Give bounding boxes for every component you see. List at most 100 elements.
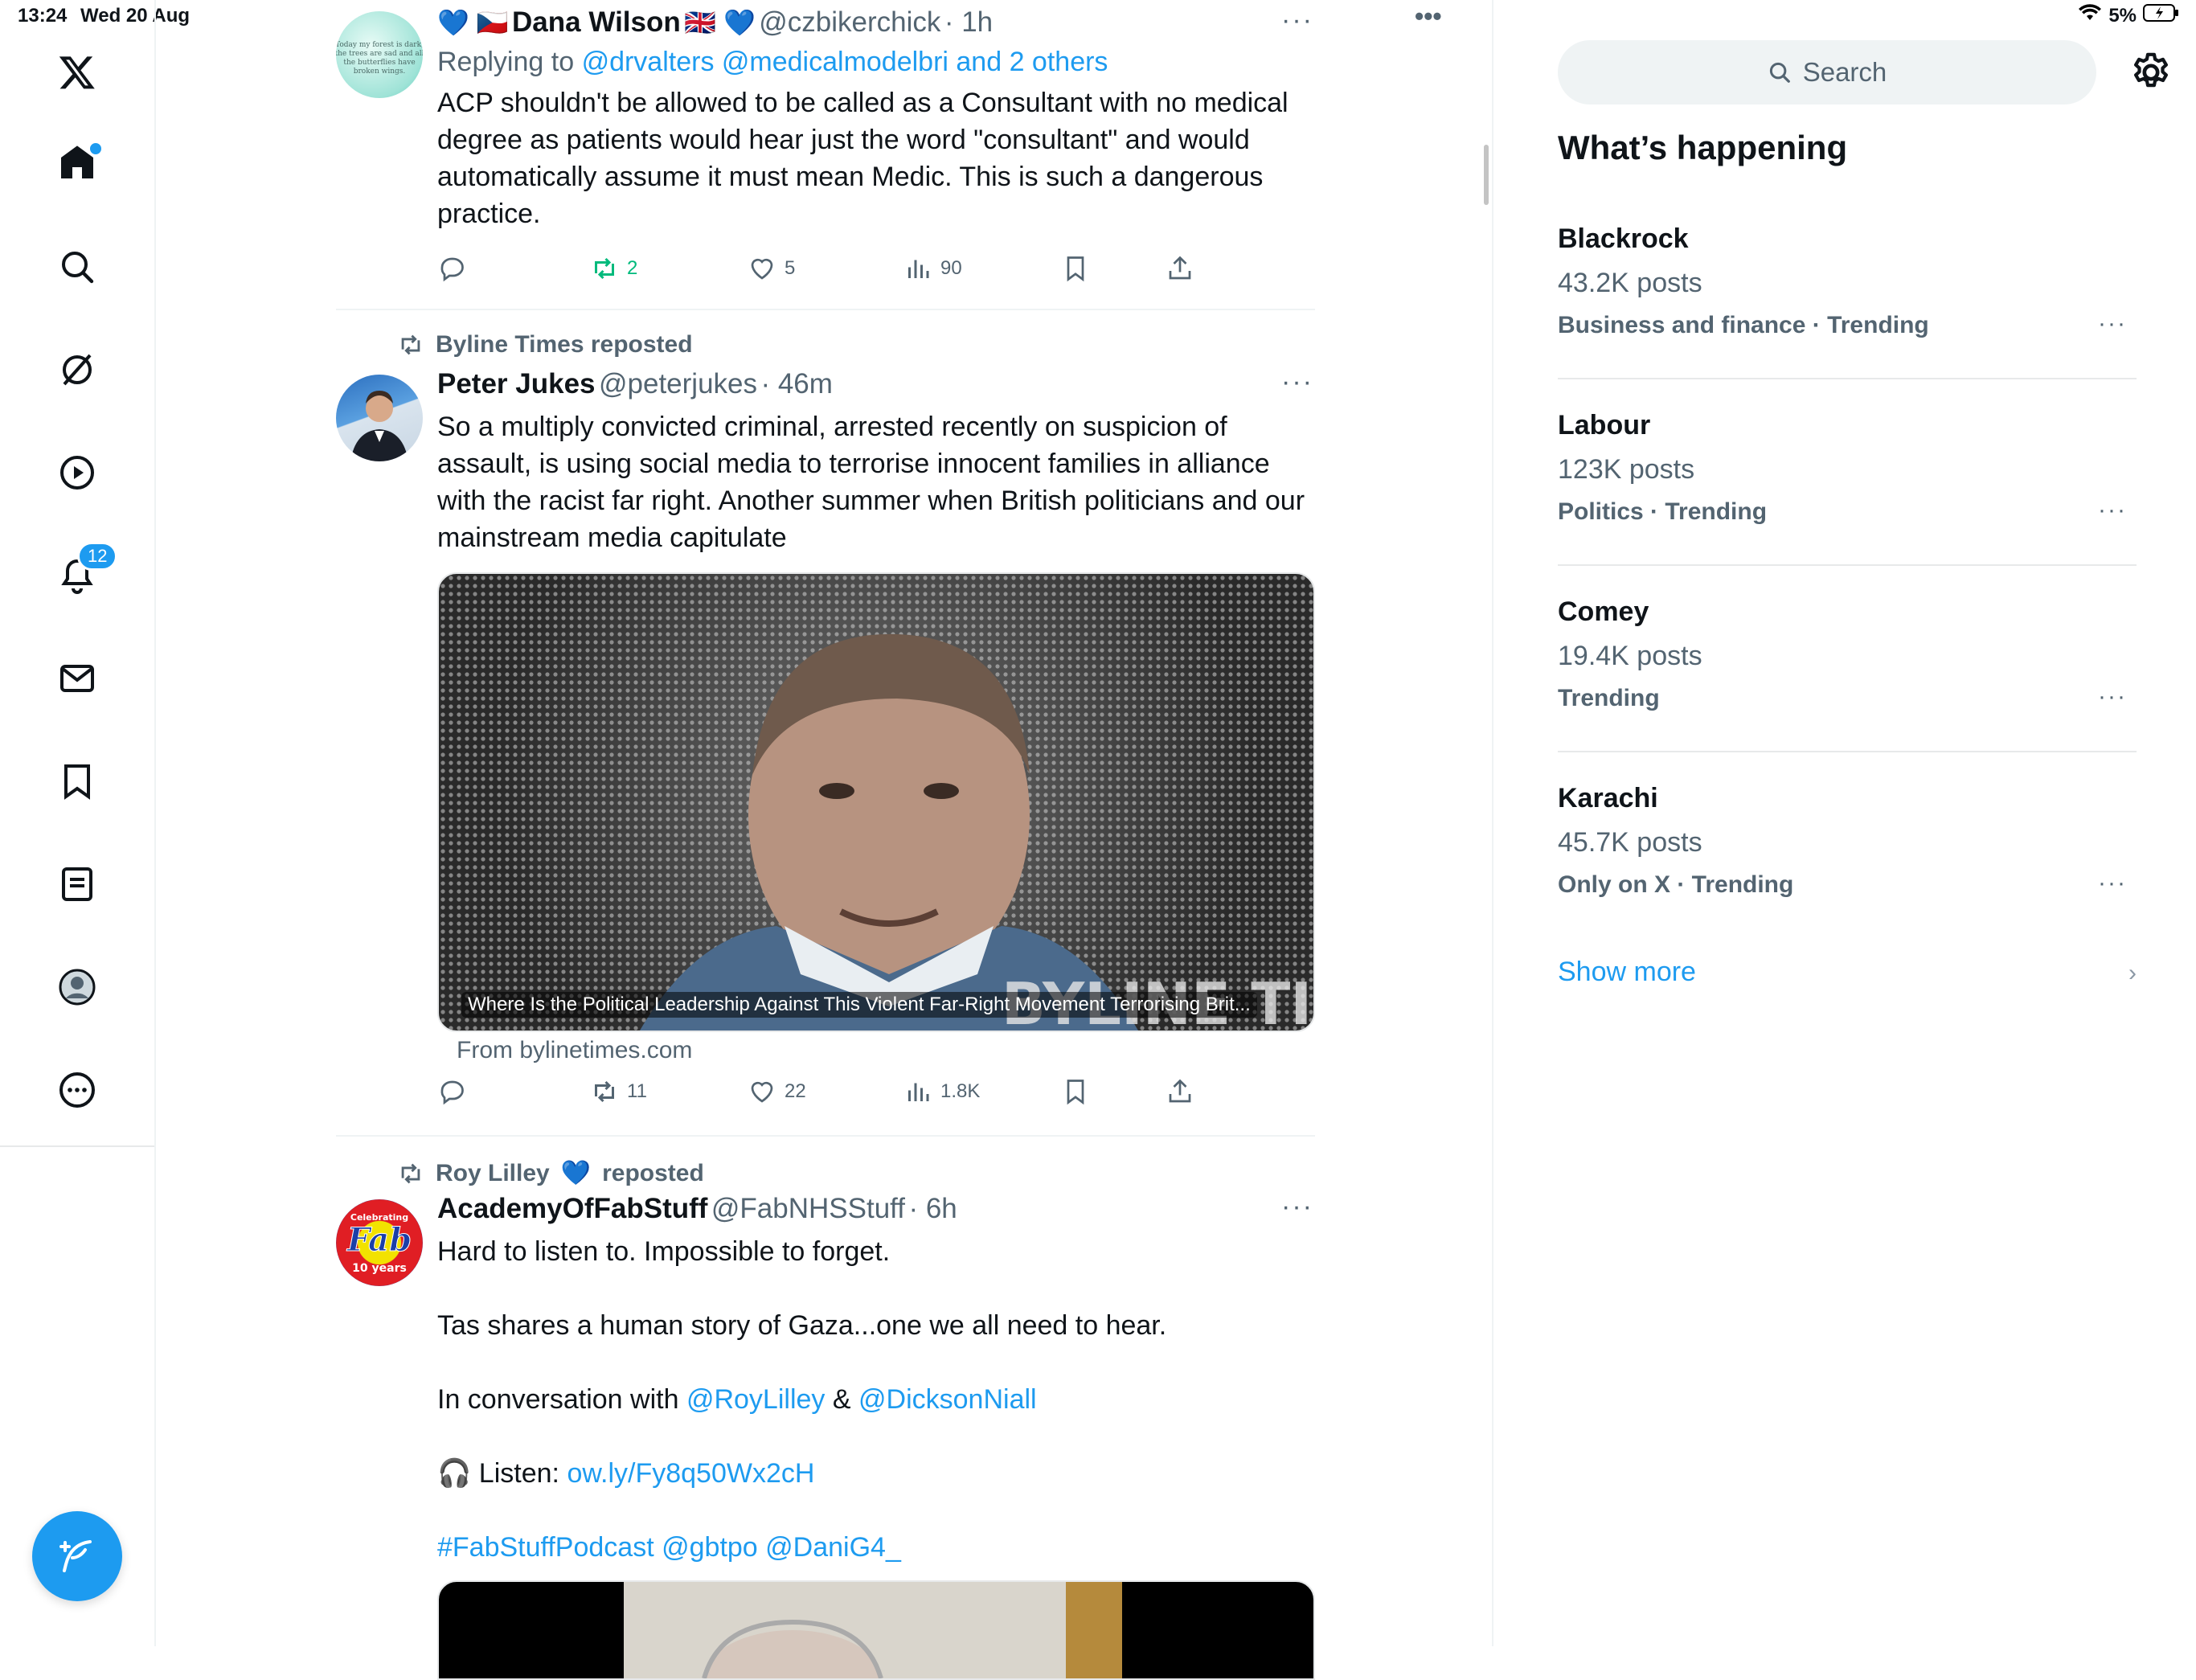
tweet-actions: 11 22 1.8K [437,1077,1241,1117]
show-more-link[interactable]: Show more [1558,957,1696,988]
author-handle[interactable]: @FabNHSStuff [711,1193,905,1224]
trend-item[interactable]: Labour 123K posts Politics · Trending ··… [1558,410,2137,526]
views-button[interactable]: 1.8K [903,1077,980,1106]
card-photo: BYLINE TIMES [439,574,1313,1031]
trend-separator [1558,751,2137,752]
author-handle[interactable]: @czbikerchick [759,6,940,38]
line3-amp: & [832,1384,851,1415]
tweet-time[interactable]: · 1h [944,6,993,38]
search-input[interactable]: Search [1558,40,2096,104]
tweet-more-button[interactable]: ··· [1281,5,1313,36]
trend-item[interactable]: Comey 19.4K posts Trending ··· [1558,596,2137,712]
svg-text:broken wings.: broken wings. [354,68,406,76]
tweet-more-button[interactable]: ··· [1281,367,1313,398]
avatar[interactable]: Today my forest is dark, the trees are sa… [336,11,423,98]
bookmark-icon [1067,256,1084,282]
views-button[interactable]: 90 [903,254,962,283]
tweet-line-1: Hard to listen to. Impossible to forget. [437,1236,891,1267]
trend-item[interactable]: Karachi 45.7K posts Only on X · Trending… [1558,783,2137,899]
share-icon [1169,256,1191,280]
replying-to-users[interactable]: @drvalters @medicalmodelbri and 2 others [582,47,1108,77]
author-name[interactable]: AcademyOfFabStuff [437,1193,707,1224]
author-name[interactable]: Peter Jukes [437,368,596,400]
messages-icon[interactable] [51,653,103,704]
video-thumbnail [624,1582,1122,1678]
repost-icon [595,257,614,280]
tweet-time[interactable]: · 46m [760,368,832,400]
more-options-icon[interactable] [51,1064,103,1116]
compose-feather-icon [59,1540,92,1572]
x-logo-icon[interactable] [51,47,103,98]
share-button[interactable] [1166,1077,1194,1106]
tweet-line-3: In conversation with @RoyLilley & @Dicks… [437,1381,1313,1418]
trend-category: Only on X · Trending [1558,871,1794,898]
search-icon[interactable] [51,241,103,293]
repost-button[interactable]: 11 [590,1077,647,1106]
grok-icon[interactable] [51,344,103,395]
reply-button[interactable] [437,1077,466,1106]
whats-happening-title: What’s happening [1558,129,1848,166]
trend-category: Trending [1558,685,1660,711]
repost-by-name[interactable]: Roy Lilley [436,1160,550,1187]
trend-more-button[interactable]: ··· [2098,870,2127,897]
bookmark-button[interactable] [1061,254,1090,283]
avatar[interactable] [336,375,423,461]
search-placeholder: Search [1802,57,1887,87]
avatar[interactable]: Fab 10 years Celebrating [336,1199,423,1286]
card-source[interactable]: From bylinetimes.com [457,1037,692,1064]
right-sidebar: Search What’s happening Blackrock 43.2K … [1492,0,2196,1646]
repost-count: 2 [627,257,638,279]
video-icon[interactable] [51,447,103,498]
replying-to: Replying to @drvalters @medicalmodelbri … [437,47,1313,78]
trend-more-button[interactable]: ··· [2098,310,2127,338]
author-name[interactable]: Dana Wilson [512,6,681,38]
repost-button[interactable]: 2 [590,254,637,283]
share-button[interactable] [1166,254,1194,283]
like-button[interactable]: 5 [748,254,795,283]
mention-roylilley[interactable]: @RoyLilley [686,1384,825,1415]
repost-by-suffix: reposted [602,1159,704,1186]
share-icon [1169,1079,1191,1103]
repost-icon [401,334,420,355]
views-count: 1.8K [940,1080,981,1102]
home-icon[interactable] [51,137,103,188]
like-count: 5 [785,257,796,279]
heart-icon [751,1081,773,1103]
repost-icon [595,1080,614,1103]
trend-posts: 123K posts [1558,454,1695,485]
bookmark-icon [1067,1080,1084,1105]
views-icon [908,260,929,278]
reply-button[interactable] [437,254,466,283]
trend-posts: 45.7K posts [1558,827,1702,858]
replying-to-label: Replying to [437,47,575,77]
mention-dicksonniall[interactable]: @DicksonNiall [858,1384,1037,1415]
compose-button[interactable] [32,1511,122,1601]
svg-text:the trees are sad and all: the trees are sad and all [336,50,423,58]
tweet-video-preview[interactable] [437,1580,1315,1680]
tweet-more-button[interactable]: ··· [1281,1191,1313,1223]
name-emoji-prefix: 💙 🇨🇿 [437,8,509,37]
tweet-time[interactable]: · 6h [908,1193,957,1224]
repost-by[interactable]: Byline Times reposted [436,331,693,359]
bookmarks-icon[interactable] [51,756,103,807]
feed-scrollbar[interactable] [1484,145,1489,205]
lists-icon[interactable] [51,858,103,910]
profile-icon[interactable] [51,961,103,1013]
podcast-link[interactable]: ow.ly/Fy8q50Wx2cH [567,1458,814,1489]
notifications-icon[interactable]: 12 [51,542,118,601]
hashtags-mentions[interactable]: #FabStuffPodcast @gbtpo @DaniG4_ [437,1529,1313,1566]
settings-gear-icon[interactable] [2128,50,2173,95]
like-count: 22 [785,1080,806,1102]
trend-more-button[interactable]: ··· [2098,683,2127,711]
tweet-separator [336,309,1315,310]
link-card-image[interactable]: BYLINE TIMES Where Is the Political Lead… [437,572,1315,1032]
like-button[interactable]: 22 [748,1077,806,1106]
author-handle[interactable]: @peterjukes [599,368,757,400]
tweet-actions: 2 5 90 [437,254,1241,294]
trend-more-button[interactable]: ··· [2098,497,2127,524]
bookmark-button[interactable] [1061,1077,1090,1106]
listen-label: Listen: [478,1458,559,1489]
tweet-line-4: 🎧 Listen: ow.ly/Fy8q50Wx2cH [437,1455,1313,1492]
trend-item[interactable]: Blackrock 43.2K posts Business and finan… [1558,223,2137,339]
trend-name: Blackrock [1558,223,1689,254]
